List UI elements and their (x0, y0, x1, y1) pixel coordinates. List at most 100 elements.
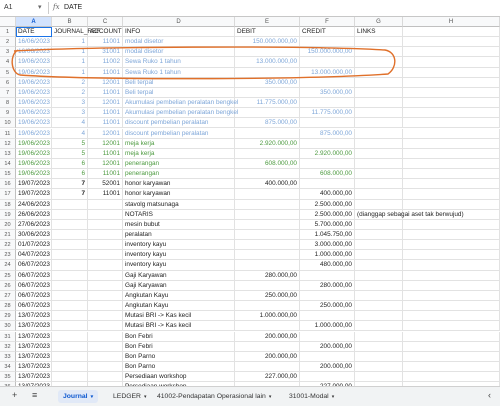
credit-cell[interactable]: 150.000.000,00 (300, 47, 355, 58)
credit-cell[interactable] (300, 270, 355, 281)
empty-cell[interactable] (403, 351, 500, 362)
debit-cell[interactable] (235, 47, 300, 58)
empty-cell[interactable] (403, 87, 500, 99)
row-number[interactable]: 29 (0, 311, 16, 322)
account-cell[interactable]: 11001 (88, 108, 123, 119)
credit-cell[interactable]: 350.000,00 (300, 87, 355, 99)
empty-cell[interactable] (403, 179, 500, 190)
all-sheets-menu-icon[interactable]: ≡ (32, 390, 37, 400)
credit-cell[interactable]: 3.000.000,00 (300, 240, 355, 251)
empty-cell[interactable] (403, 301, 500, 312)
credit-cell[interactable] (300, 179, 355, 190)
date-cell[interactable]: 16/06/2023 (16, 37, 52, 48)
account-cell[interactable]: 12001 (88, 158, 123, 170)
debit-cell[interactable]: 875.000,00 (235, 118, 300, 129)
journal-ref-cell[interactable] (52, 230, 88, 241)
debit-cell[interactable]: 11.775.000,00 (235, 98, 300, 109)
empty-cell[interactable] (403, 118, 500, 129)
row-number[interactable]: 20 (0, 219, 16, 230)
credit-cell[interactable]: 1.000.000,00 (300, 250, 355, 261)
account-cell[interactable]: 12001 (88, 128, 123, 139)
links-cell[interactable] (355, 179, 403, 190)
date-cell[interactable]: 06/07/2023 (16, 270, 52, 281)
row-number[interactable]: 2 (0, 37, 16, 48)
header-cell-debit[interactable]: DEBIT (235, 27, 300, 38)
journal-ref-cell[interactable] (52, 311, 88, 322)
account-cell[interactable]: 11002 (88, 57, 123, 68)
info-cell[interactable]: Angkutan Kayu (123, 301, 235, 312)
links-cell[interactable] (355, 250, 403, 261)
debit-cell[interactable]: 280.000,00 (235, 270, 300, 281)
empty-cell[interactable] (403, 240, 500, 251)
date-cell[interactable]: 13/07/2023 (16, 321, 52, 332)
account-cell[interactable]: 12001 (88, 138, 123, 149)
account-cell[interactable] (88, 341, 123, 352)
info-cell[interactable]: Akumulasi pembelian peralatan bengkel (123, 98, 238, 109)
row-number[interactable]: 16 (0, 179, 16, 190)
formula-input[interactable]: DATE (64, 4, 82, 11)
journal-ref-cell[interactable]: 5 (52, 138, 88, 149)
links-cell[interactable] (355, 57, 403, 68)
tab-31001-modal[interactable]: 31001-Modal ▾ (284, 390, 339, 403)
empty-cell[interactable] (403, 169, 500, 180)
journal-ref-cell[interactable] (52, 280, 88, 291)
journal-ref-cell[interactable]: 1 (52, 57, 88, 68)
date-cell[interactable]: 04/07/2023 (16, 250, 52, 261)
credit-cell[interactable]: 1.000.000,00 (300, 321, 355, 332)
row-number[interactable]: 21 (0, 230, 16, 241)
journal-ref-cell[interactable]: 1 (52, 37, 88, 48)
date-cell[interactable]: 13/07/2023 (16, 341, 52, 352)
journal-ref-cell[interactable] (52, 321, 88, 332)
date-cell[interactable]: 13/07/2023 (16, 331, 52, 342)
date-cell[interactable]: 19/06/2023 (16, 138, 52, 149)
journal-ref-cell[interactable] (52, 219, 88, 230)
credit-cell[interactable]: 5.700.000,00 (300, 219, 355, 230)
row-number[interactable]: 4 (0, 57, 16, 68)
empty-cell[interactable] (403, 77, 500, 88)
tab-41002-pendapatan[interactable]: 41002-Pendapatan Operasional lain ▾ (152, 390, 276, 403)
account-cell[interactable]: 11001 (88, 169, 123, 180)
links-cell[interactable] (355, 98, 403, 109)
journal-ref-cell[interactable]: 1 (52, 47, 88, 58)
credit-cell[interactable] (300, 290, 355, 302)
header-cell-info[interactable]: INFO (123, 27, 235, 38)
account-cell[interactable] (88, 290, 123, 302)
debit-cell[interactable] (235, 148, 300, 159)
journal-ref-cell[interactable]: 7 (52, 179, 88, 190)
debit-cell[interactable] (235, 128, 300, 139)
credit-cell[interactable]: 2.920.000,00 (300, 148, 355, 159)
chevron-down-icon[interactable]: ▾ (269, 394, 272, 400)
info-cell[interactable]: discount pembelian peralatan (123, 128, 235, 139)
row-number[interactable]: 7 (0, 87, 16, 99)
empty-cell[interactable] (403, 331, 500, 342)
journal-ref-cell[interactable]: 2 (52, 87, 88, 99)
account-cell[interactable] (88, 301, 123, 312)
date-cell[interactable]: 13/07/2023 (16, 372, 52, 383)
row-number[interactable]: 24 (0, 260, 16, 271)
journal-ref-cell[interactable]: 6 (52, 169, 88, 180)
account-cell[interactable]: 11001 (88, 37, 123, 48)
account-cell[interactable]: 11001 (88, 87, 123, 99)
empty-cell[interactable] (403, 321, 500, 332)
debit-cell[interactable] (235, 230, 300, 241)
account-cell[interactable] (88, 260, 123, 271)
info-cell[interactable]: Bon Febri (123, 331, 235, 342)
credit-cell[interactable] (300, 138, 355, 149)
row-number[interactable]: 15 (0, 169, 16, 180)
debit-cell[interactable] (235, 169, 300, 180)
info-cell[interactable]: Sewa Ruko 1 tahun (123, 57, 235, 68)
debit-cell[interactable]: 150.000.000,00 (235, 37, 300, 48)
empty-cell[interactable] (403, 47, 500, 58)
journal-ref-cell[interactable]: 4 (52, 128, 88, 139)
info-cell[interactable]: honor karyawan (123, 189, 235, 200)
date-cell[interactable]: 30/06/2023 (16, 230, 52, 241)
empty-cell[interactable] (403, 209, 500, 220)
links-cell[interactable] (355, 351, 403, 362)
empty-cell[interactable] (403, 372, 500, 383)
links-cell[interactable] (355, 108, 403, 119)
row-number[interactable]: 27 (0, 290, 16, 302)
links-cell[interactable] (355, 148, 403, 159)
row-number[interactable]: 34 (0, 361, 16, 373)
header-cell-account[interactable]: ACCOUNT (88, 27, 123, 38)
empty-cell[interactable] (403, 290, 500, 302)
